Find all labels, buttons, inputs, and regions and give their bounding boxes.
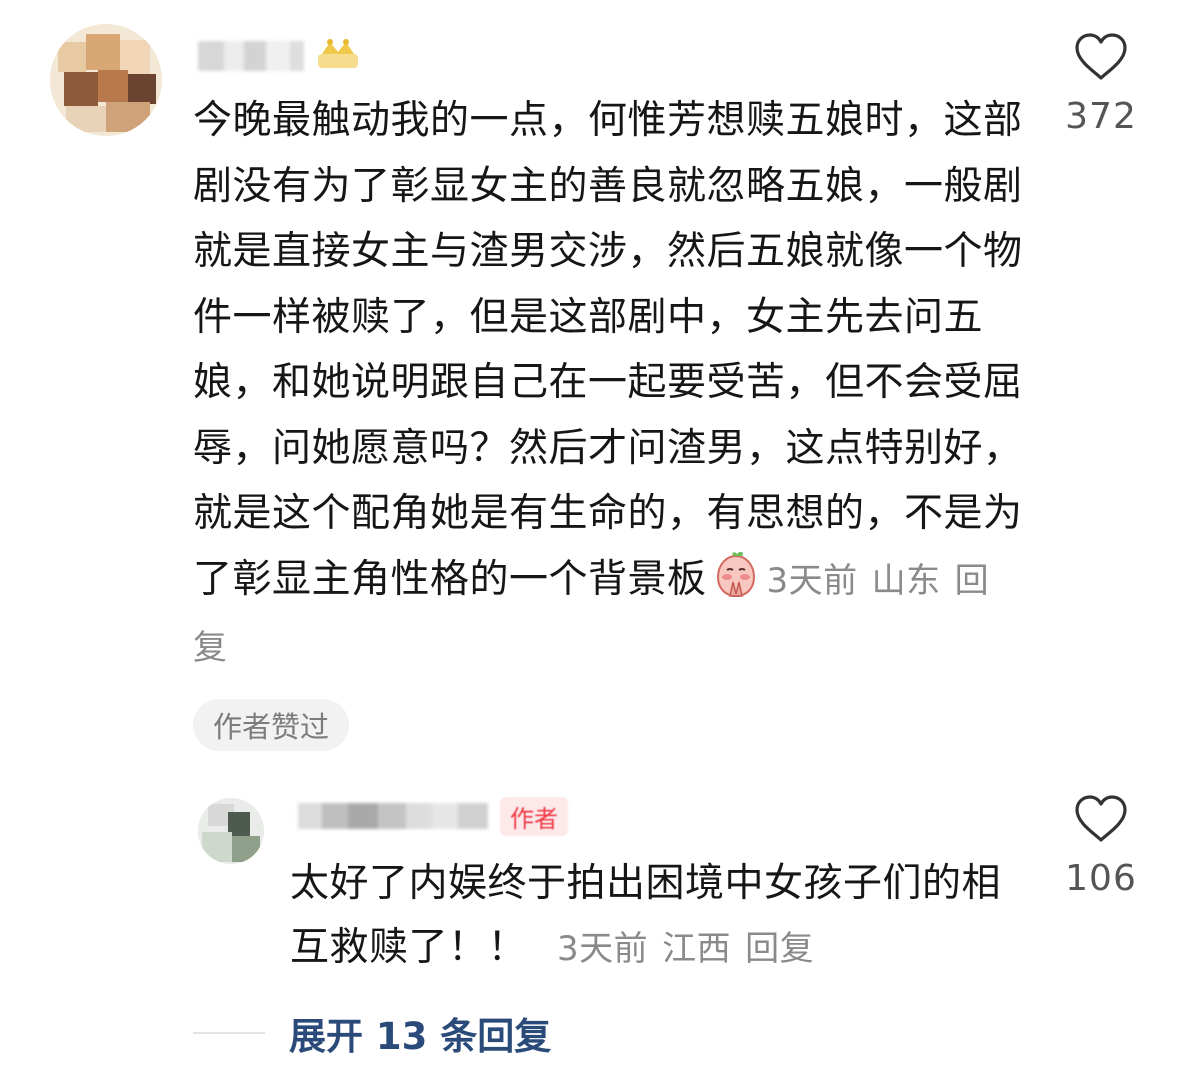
expand-replies-button[interactable]: 展开 13 条回复	[289, 1006, 551, 1060]
praying-peach-emoji-icon	[716, 551, 755, 597]
divider-line	[193, 1032, 265, 1034]
comment-like-button[interactable]: 372	[1046, 32, 1156, 137]
commenter-name[interactable]	[198, 36, 362, 76]
reply-like-count: 106	[1065, 858, 1137, 899]
user-badge-icon	[318, 39, 358, 68]
reply-like-button[interactable]: 106	[1046, 794, 1156, 899]
replier-avatar[interactable]	[198, 798, 264, 864]
commenter-avatar[interactable]	[50, 24, 162, 136]
comment-body: 今晚最触动我的一点，何惟芳想赎五娘时，这部剧没有为了彰显女主的善良就忽略五娘，一…	[193, 88, 1023, 682]
reply-meta: 3天前 江西 回复	[557, 929, 828, 969]
username-redacted	[198, 41, 304, 71]
reply-time: 3天前	[557, 929, 649, 969]
reply-body: 太好了内娱终于拍出困境中女孩子们的相互救赎了！！ 3天前 江西 回复	[290, 852, 1030, 981]
username-redacted	[298, 803, 488, 829]
reply-location: 江西	[662, 929, 732, 969]
author-liked-tag: 作者赞过	[193, 699, 350, 751]
heart-icon[interactable]	[1073, 32, 1129, 82]
comment-text: 今晚最触动我的一点，何惟芳想赎五娘时，这部剧没有为了彰显女主的善良就忽略五娘，一…	[193, 98, 1023, 602]
comment-time: 3天前	[766, 560, 858, 601]
comment-location: 山东	[871, 560, 941, 601]
author-badge: 作者	[500, 796, 568, 836]
heart-icon[interactable]	[1073, 794, 1129, 844]
replier-name[interactable]: 作者	[298, 796, 568, 836]
reply-reply-button[interactable]: 回复	[745, 929, 814, 969]
expand-replies-row[interactable]: 展开 13 条回复	[193, 1008, 551, 1058]
comment-like-count: 372	[1065, 96, 1137, 137]
